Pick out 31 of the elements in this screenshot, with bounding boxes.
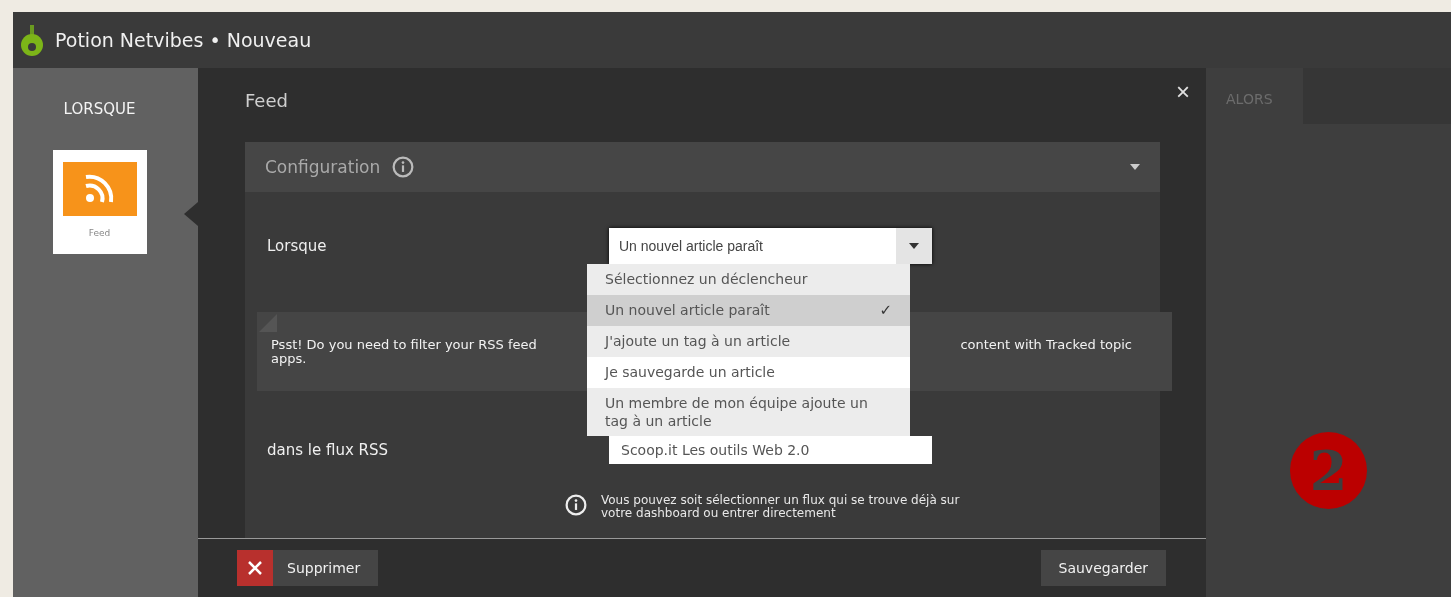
dialog-title: Feed: [245, 90, 289, 113]
close-icon: [248, 561, 262, 575]
hint-text: content with Tracked topic: [960, 338, 1132, 352]
section-header[interactable]: Configuration: [245, 142, 1160, 192]
feed-tile[interactable]: Feed: [52, 150, 147, 254]
window-title: Potion Netvibes • Nouveau: [55, 29, 312, 51]
potion-flask-icon: [19, 23, 45, 57]
close-button[interactable]: ×: [1172, 80, 1194, 104]
info-icon: [565, 494, 587, 516]
delete-button[interactable]: Supprimer: [237, 550, 379, 586]
step-number-badge: 2: [1290, 432, 1367, 509]
trigger-select[interactable]: Un nouvel article paraît: [609, 228, 932, 264]
rss-icon: [62, 162, 137, 216]
check-icon: ✓: [879, 301, 892, 319]
section-title: Configuration: [265, 157, 381, 177]
dropdown-option[interactable]: Un membre de mon équipe ajoute un tag à un article: [587, 388, 910, 436]
caret-icon: [909, 243, 919, 249]
dropdown-option[interactable]: Un nouvel article paraît ✓: [587, 295, 910, 326]
feed-url-field[interactable]: Scoop.it Les outils Web 2.0: [609, 436, 932, 464]
dropdown-option[interactable]: Je sauvegarde un article: [587, 357, 910, 388]
dropdown-option[interactable]: Sélectionnez un déclencheur: [587, 264, 910, 295]
info-icon: [392, 156, 415, 178]
sidebar-heading: LORSQUE: [63, 100, 136, 118]
dropdown-option[interactable]: J'ajoute un tag à un article: [587, 326, 910, 357]
field-label: Lorsque: [267, 237, 328, 255]
hint-text: apps.: [271, 351, 308, 366]
save-button[interactable]: Sauvegarder: [1040, 550, 1166, 586]
field-label: dans le flux RSS: [267, 441, 390, 459]
info-text: Vous pouvez soit sélectionner un flux qui se trouve déjà sur votre dashboard ou entrer directement: [601, 494, 961, 520]
hint-text: Psst! Do you need to filter your RSS feed: [271, 337, 538, 352]
caret-icon: [1130, 164, 1140, 170]
